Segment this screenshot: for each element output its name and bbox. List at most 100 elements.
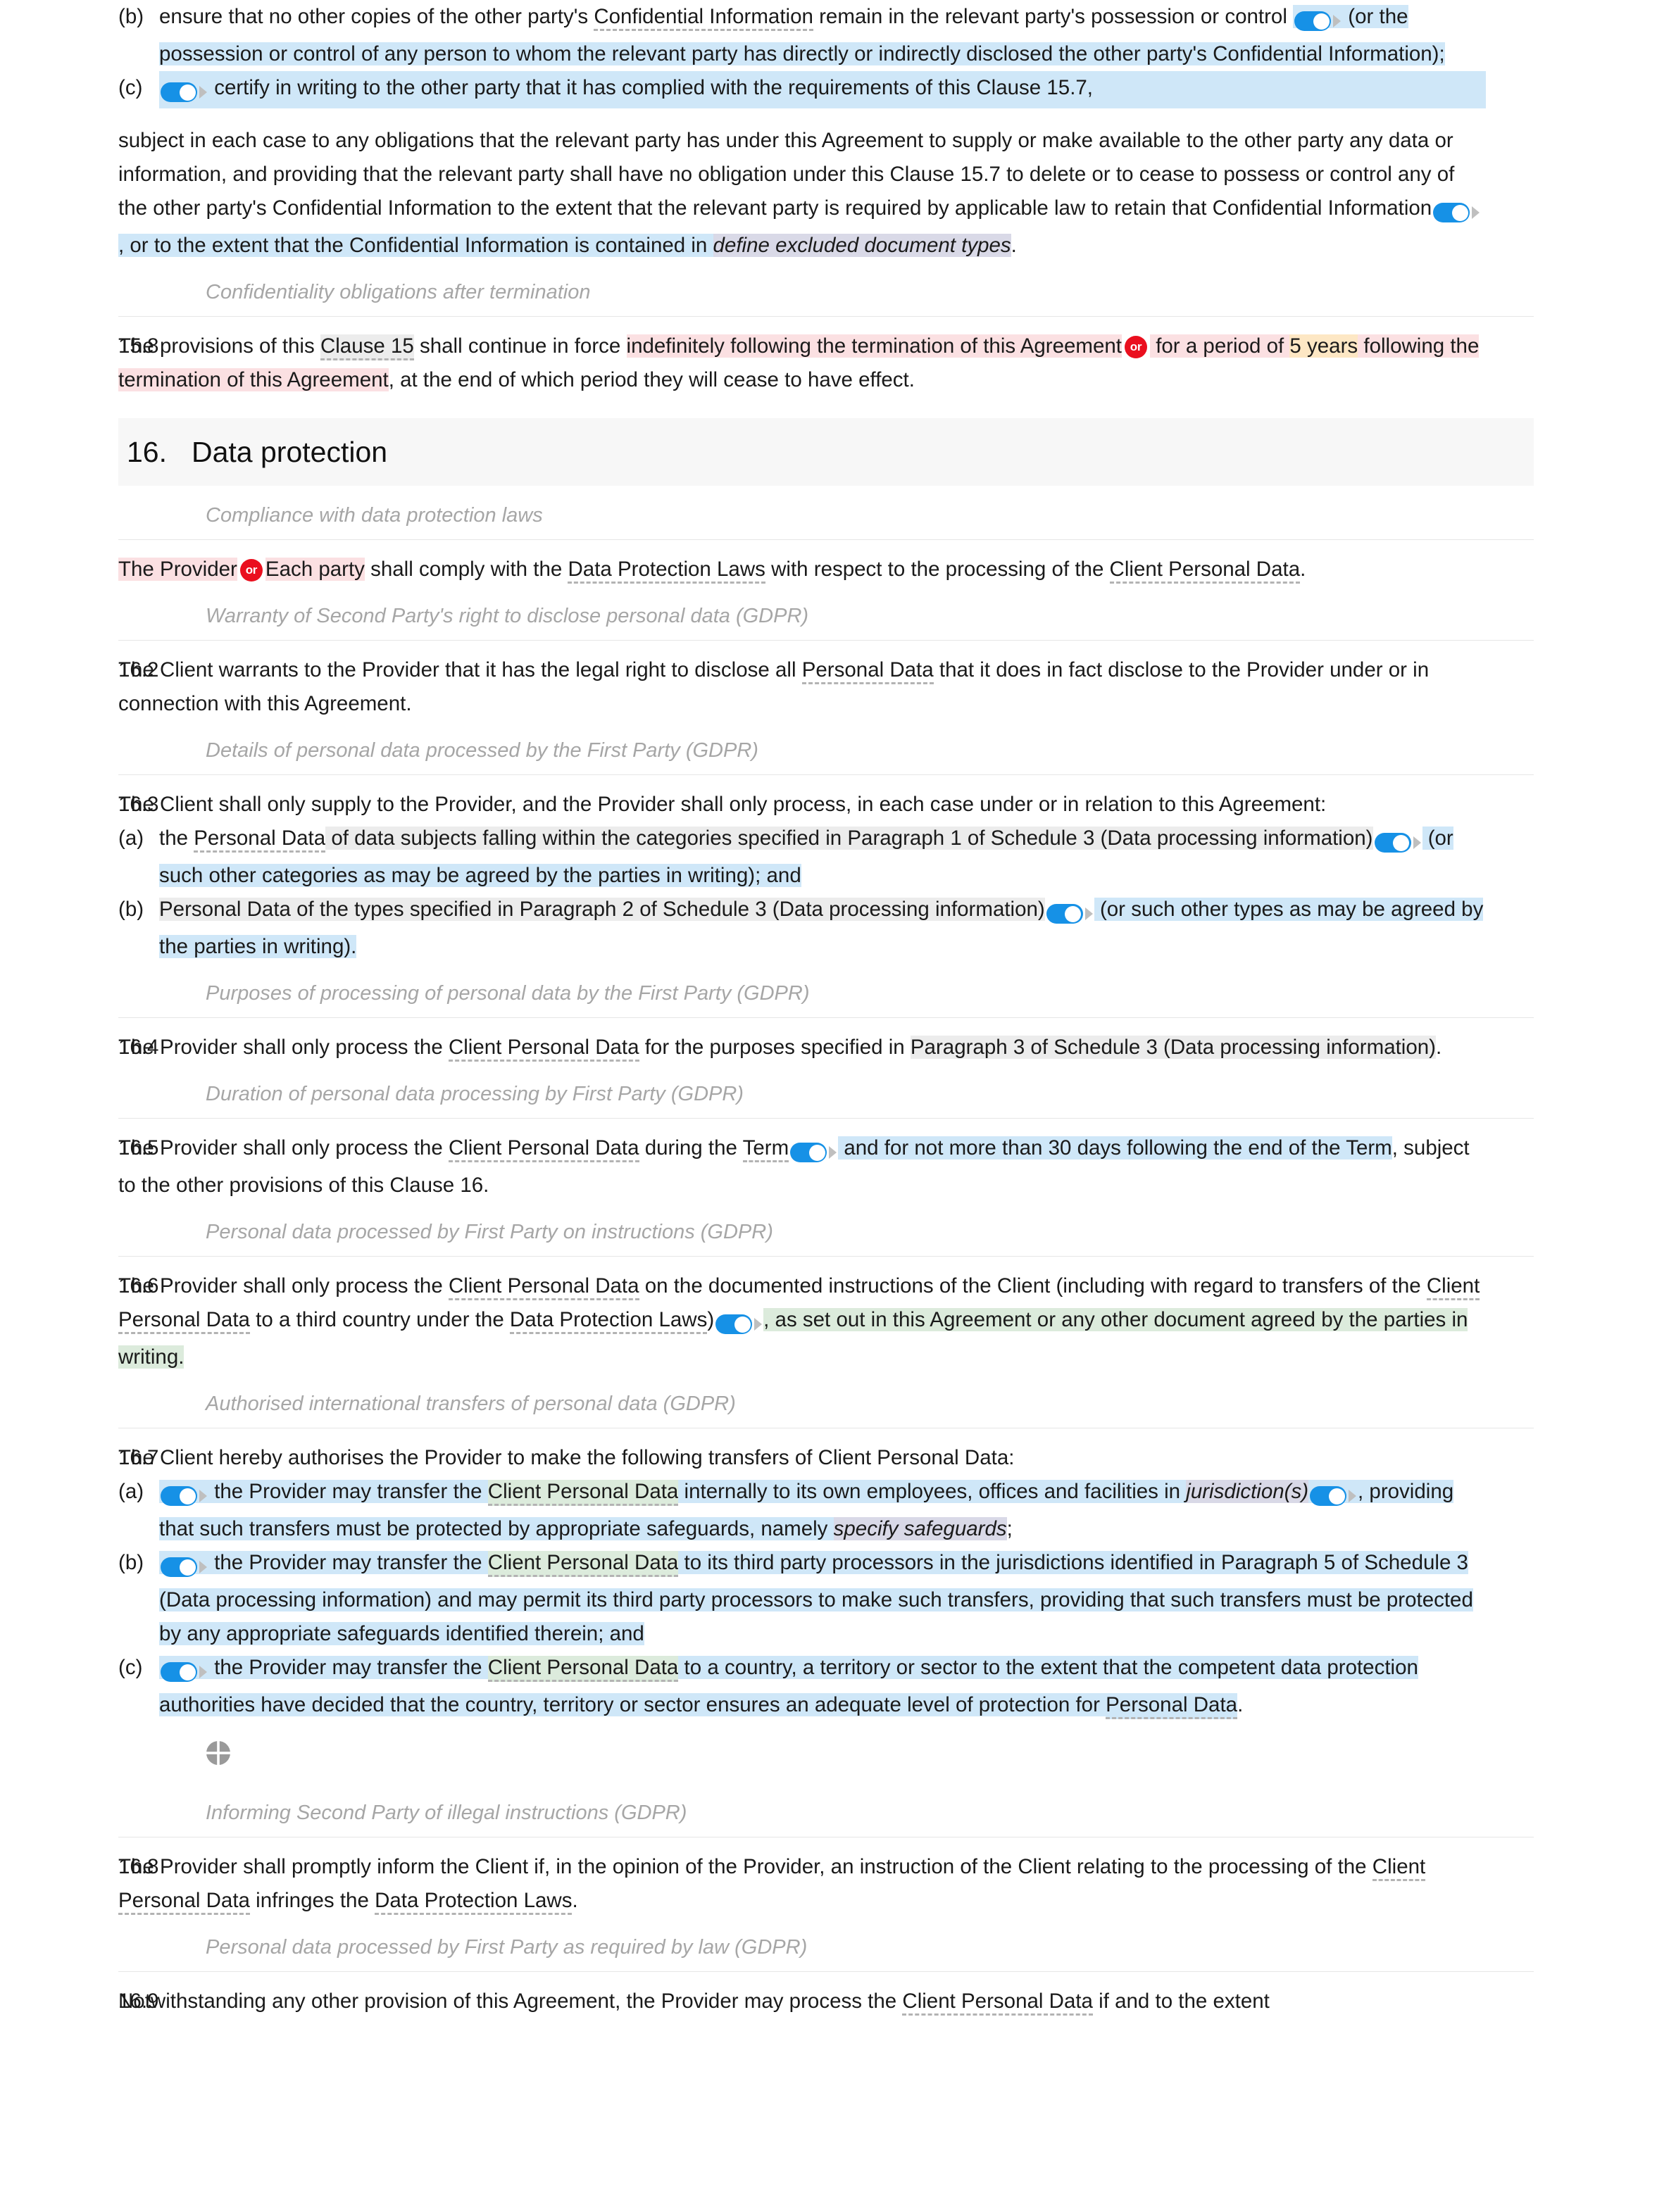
defined-term[interactable]: Client Personal Data [487,1656,679,1682]
toggle-switch-icon[interactable] [161,1478,207,1512]
toggle-switch-icon[interactable] [1294,4,1342,37]
list-marker: (a) [118,827,144,850]
text-run: on the documented instructions of the Cl… [639,1274,1427,1297]
placeholder-text[interactable]: define excluded document types [713,234,1011,257]
placeholder-duration[interactable]: 5 years [1289,334,1358,358]
section-title: Data protection [192,436,388,468]
alternative-option-b[interactable]: Each party [265,558,365,581]
defined-term[interactable]: Client Personal Data [448,1274,639,1300]
defined-term[interactable]: Client Personal Data [487,1551,679,1577]
text-run: certify in writing to the other party th… [208,76,1093,99]
clause-16-5-body: The Provider shall only process the Clie… [118,1131,1676,1202]
clause-number: 16.7 [118,1446,159,1469]
text-run: of data subjects falling within the cate… [325,827,1373,850]
clause-15-8-body: The provisions of this Clause 15 shall c… [118,329,1676,397]
clause-16-1: 16.1 The ProviderorEach party shall comp… [0,540,1676,586]
clause-15-7-continued: (b) ensure that no other copies of the o… [0,0,1676,263]
text-run: the Provider may transfer the [208,1480,488,1503]
subheading-warranty: Warranty of Second Party's right to disc… [206,605,809,627]
list-item-16-3-a: (a) the Personal Data of data subjects f… [118,822,1486,893]
list-item-16-7-c: (c) the Provider may transfer the Client… [118,1651,1486,1722]
defined-term[interactable]: Data Protection Laws [509,1308,708,1334]
toggle-switch-icon[interactable] [715,1307,763,1340]
toggle-switch-icon[interactable] [161,75,207,108]
clause-16-2: 16.2 The Client warrants to the Provider… [0,641,1676,721]
defined-term[interactable]: Client Personal Data [448,1136,639,1162]
text-run: The Provider shall only process the [118,1036,449,1059]
list-marker: (b) [118,898,144,921]
defined-term[interactable]: Confidential Information [594,5,813,31]
toggle-switch-icon[interactable] [1310,1478,1357,1512]
defined-term[interactable]: Data Protection Laws [568,558,765,584]
alternative-option-a[interactable]: indefinitely following the termination o… [626,334,1122,358]
clause-16-4: 16.4 The Provider shall only process the… [0,1018,1676,1064]
placeholder-safeguards[interactable]: specify safeguards [833,1517,1007,1540]
defined-term[interactable]: Data Protection Laws [375,1889,573,1915]
text-run: . [572,1889,578,1912]
text-run: . [1011,234,1017,257]
text-run: The Client warrants to the Provider that… [118,658,802,681]
toggle-switch-icon[interactable] [1374,825,1421,859]
defined-term[interactable]: Clause 15 [320,334,414,360]
or-alternative-badge[interactable]: or [239,559,263,582]
toggle-switch-icon[interactable] [1433,195,1480,229]
text-run: . [1300,558,1306,581]
subheading-transfers: Authorised international transfers of pe… [206,1393,736,1415]
toggle-switch-icon[interactable] [161,1550,207,1583]
clause-16-8: 16.8 The Provider shall promptly inform … [0,1837,1676,1918]
clause-number: 16.6 [118,1274,159,1297]
clause-16-3-body: The Client shall only supply to the Prov… [118,788,1676,964]
or-alternative-badge[interactable]: or [1125,336,1147,358]
text-run: the Provider may transfer the [208,1656,488,1679]
toggle-switch-icon[interactable] [161,1654,207,1688]
clause-number: 16.8 [118,1855,159,1878]
text-run: The Provider shall promptly inform the C… [118,1855,1372,1878]
list-item-text: the Personal Data of data subjects falli… [159,822,1486,893]
clause-16-7: 16.7 The Client hereby authorises the Pr… [0,1428,1676,1722]
list-marker: (c) [118,76,143,99]
text-run: The provisions of this [118,334,320,358]
defined-term[interactable]: Client Personal Data [448,1036,639,1062]
clause-16-8-body: The Provider shall promptly inform the C… [118,1850,1676,1918]
defined-term[interactable]: Personal Data [194,827,326,853]
text-run: ) [707,1308,715,1331]
defined-term[interactable]: Personal Data [801,658,934,684]
text-run: and for not more than 30 days following … [838,1136,1392,1160]
list-item-15-7-b: (b) ensure that no other copies of the o… [118,0,1486,71]
subheading-duration: Duration of personal data processing by … [206,1083,744,1105]
clause-15-7-body: (b) ensure that no other copies of the o… [118,0,1676,263]
list-marker: (a) [118,1480,144,1503]
defined-term[interactable]: Client Personal Data [902,1990,1093,2016]
defined-term[interactable]: Client Personal Data [1109,558,1301,584]
list-item-16-7-a: (a) the Provider may transfer the Client… [118,1475,1486,1546]
list-marker: (c) [118,1656,143,1679]
clause-16-1-body: The Provider or Each party shall comply wi… [118,553,1676,586]
crosshair-quadrant-icon[interactable] [206,1740,231,1766]
text-run: if and to the extent [1092,1990,1270,2013]
clause-16-3: 16.3 The Client shall only supply to the… [0,775,1676,964]
defined-term[interactable]: Term [742,1136,789,1162]
section-number: 16. [127,436,167,468]
text-run: the Provider may transfer the [208,1551,488,1574]
clause-number: 16.5 [118,1136,159,1160]
text-run: ; [1006,1517,1013,1540]
toggle-switch-icon[interactable] [790,1135,837,1169]
list-item-16-7-b: (b) the Provider may transfer the Client… [118,1546,1486,1651]
clause-16-7-body: The Client hereby authorises the Provide… [118,1441,1676,1722]
text-run: for a period of [1150,334,1290,358]
clause-16-9-body: Notwithstanding any other provision of t… [118,1985,1676,2018]
clause-16-5: 16.5 The Provider shall only process the… [0,1119,1676,1202]
list-item-15-7-c: (c) certify in writing to the other part… [118,71,1486,108]
clause-lead-in: The Client shall only supply to the Prov… [118,793,1327,816]
placeholder-jurisdictions[interactable]: jurisdiction(s) [1186,1480,1309,1503]
defined-term[interactable]: Client Personal Data [487,1480,679,1506]
text-run: , at the end of which period they will c… [388,368,915,391]
toggle-switch-icon[interactable] [1046,896,1093,930]
list-item-16-3-b: (b) Personal Data of the types specified… [118,893,1486,964]
clause-lead-in: The Client hereby authorises the Provide… [118,1446,1015,1469]
alternative-option-a[interactable]: The Provider [118,558,237,581]
text-run: to a third country under the [249,1308,510,1331]
subheading-purposes: Purposes of processing of personal data … [206,982,810,1005]
defined-term[interactable]: Personal Data [1106,1693,1238,1719]
reference-text[interactable]: Paragraph 3 of Schedule 3 (Data processi… [910,1036,1436,1059]
